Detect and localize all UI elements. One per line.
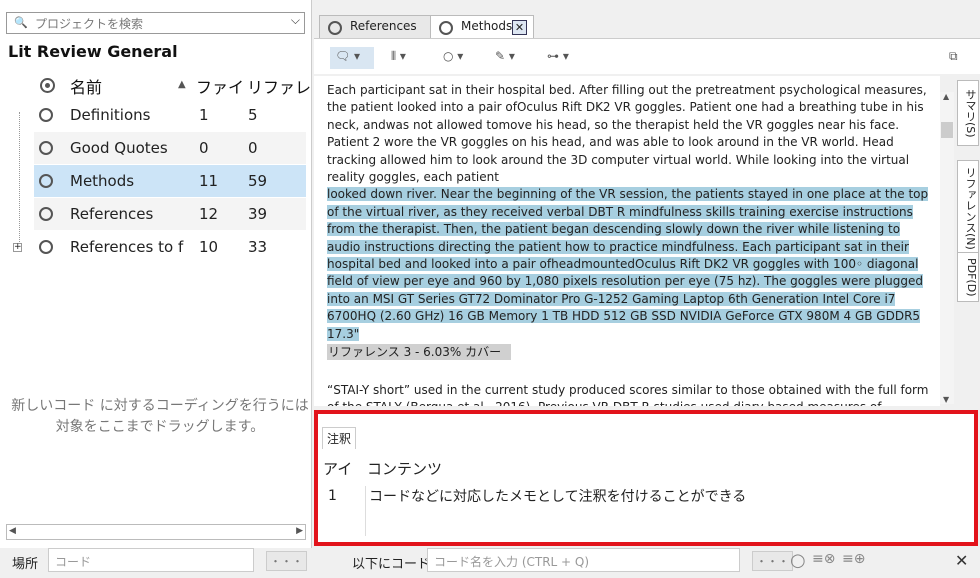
vertical-scrollbar[interactable]: ▲ ▼ [940, 92, 954, 404]
uncode-icon[interactable]: ≡⊗ [812, 551, 835, 567]
code-icon [39, 240, 53, 254]
tab-label: Methods [461, 19, 513, 33]
highlighted-reference[interactable]: looked down river. Near the beginning of… [327, 187, 929, 341]
bottom-bar: 場所 コード ・・・ 以下にコード コード名を入力 (CTRL + Q) ・・・… [0, 548, 980, 578]
annotation-button[interactable]: 🗨 ▾ [330, 47, 374, 69]
side-tab-reference[interactable]: リファレンス(N) [957, 160, 979, 256]
new-code-icon[interactable]: ≡⊕ [842, 551, 865, 567]
edit-button[interactable]: ✎ ▾ [490, 47, 536, 69]
code-refs: 5 [248, 106, 258, 124]
scroll-thumb[interactable] [941, 122, 953, 138]
annotation-id: 1 [328, 488, 337, 504]
text-segment: Each participant sat in their hospital b… [327, 83, 927, 185]
annotation-panel: 注釈 アイ コンテンツ 1 コードなどに対応したメモとして注釈を付けることができ… [314, 410, 978, 546]
code-refs: 39 [248, 205, 268, 223]
document-content[interactable]: Each participant sat in their hospital b… [314, 76, 940, 406]
tab-methods[interactable]: Methods ✕ [430, 15, 534, 39]
annotation-text[interactable]: コードなどに対応したメモとして注釈を付けることができる [365, 486, 746, 536]
code-row-methods[interactable]: Methods 11 59 [34, 165, 306, 197]
code-name: Good Quotes [70, 139, 168, 157]
toolbar: 🗨 ▾ ⫴ ▾ ○ ▾ ✎ ▾ ⊶ ▾ ⧉ [314, 38, 980, 74]
tab-annotations[interactable]: 注釈 [322, 427, 357, 449]
expand-icon[interactable]: + [13, 243, 22, 252]
chevron-down-icon[interactable]: ⌵ [291, 13, 300, 28]
scroll-up-icon[interactable]: ▲ [943, 92, 949, 101]
location-input[interactable]: コード [48, 548, 254, 572]
scroll-left-icon[interactable]: ◀ [9, 526, 16, 536]
code-refs: 0 [248, 139, 258, 157]
coding-stripes-button[interactable]: ⫴ ▾ [386, 47, 426, 69]
scroll-right-icon[interactable]: ▶ [296, 526, 303, 536]
code-name: Definitions [70, 106, 151, 124]
code-row-references-to-f[interactable]: References to f 10 33 [34, 231, 306, 263]
hint-line: 新しいコード に対するコーディングを行うには [11, 398, 309, 414]
tree-connector [19, 112, 20, 246]
code-icon [328, 21, 342, 35]
close-icon[interactable]: ✕ [512, 20, 527, 35]
project-title: Lit Review General [8, 42, 178, 61]
code-icon[interactable]: ○ [790, 550, 806, 571]
code-files: 0 [199, 139, 209, 157]
code-name-input[interactable]: コード名を入力 (CTRL + Q) [427, 548, 740, 572]
code-name-placeholder: コード名を入力 (CTRL + Q) [434, 555, 590, 569]
code-files: 11 [199, 172, 219, 190]
search-icon: 🔍 [14, 16, 28, 29]
code-at-label: 以下にコード [352, 557, 431, 572]
code-row-definitions[interactable]: Definitions 1 5 [34, 99, 306, 131]
side-tab-pdf[interactable]: PDF(D) [957, 252, 979, 302]
column-files[interactable]: ファイ [196, 74, 244, 98]
location-browse-button[interactable]: ・・・ [266, 551, 307, 571]
drag-hint: 新しいコード に対するコーディングを行うには 対象をここまでドラッグします。 [10, 396, 310, 438]
code-icon [39, 207, 53, 221]
code-name: Methods [70, 172, 135, 190]
scroll-thumb[interactable] [25, 526, 265, 538]
coverage-label: リファレンス 3 - 6.03% カバー [327, 344, 512, 360]
close-icon[interactable]: ✕ [955, 551, 968, 570]
tab-label: References [350, 19, 417, 33]
code-icon [39, 174, 53, 188]
code-files: 10 [199, 238, 219, 256]
code-refs: 59 [248, 172, 268, 190]
column-id: アイ [323, 460, 353, 478]
document-text: Each participant sat in their hospital b… [327, 82, 930, 343]
code-name: References [70, 205, 154, 223]
scroll-down-icon[interactable]: ▼ [943, 395, 949, 404]
code-row-references[interactable]: References 12 39 [34, 198, 306, 230]
link-button[interactable]: ⊶ ▾ [542, 47, 582, 69]
location-placeholder: コード [55, 555, 92, 569]
code-browse-button[interactable]: ・・・ [752, 551, 793, 571]
project-search[interactable]: 🔍 プロジェクトを検索 ⌵ [6, 12, 305, 34]
side-tab-summary[interactable]: サマリ(S) [957, 80, 979, 146]
column-refs[interactable]: リファレ [247, 74, 311, 98]
window-restore-icon[interactable]: ⧉ [944, 47, 964, 69]
tab-references[interactable]: References [319, 15, 431, 39]
code-icon [439, 21, 453, 35]
column-name[interactable]: 名前 [70, 74, 102, 98]
code-files: 1 [199, 106, 209, 124]
code-browser-panel: 🔍 プロジェクトを検索 ⌵ Lit Review General 名前 ▲ ファ… [0, 0, 312, 548]
code-files: 12 [199, 205, 219, 223]
code-icon [39, 141, 53, 155]
document-text-2: “STAI-Y short” used in the current study… [327, 383, 929, 406]
add-code-icon[interactable] [40, 74, 56, 98]
column-content: コンテンツ [367, 460, 443, 478]
code-refs: 33 [248, 238, 268, 256]
search-input[interactable]: プロジェクトを検索 [35, 15, 143, 32]
code-row-good-quotes[interactable]: Good Quotes 0 0 [34, 132, 306, 164]
code-name: References to f [70, 238, 184, 256]
location-label: 場所 [12, 557, 39, 572]
horizontal-scrollbar[interactable]: ◀ ▶ [6, 524, 306, 540]
document-tabs: References Methods ✕ [314, 12, 980, 39]
highlight-button[interactable]: ○ ▾ [438, 47, 478, 69]
hint-line: 対象をここまでドラッグします。 [55, 419, 265, 435]
code-icon [39, 108, 53, 122]
